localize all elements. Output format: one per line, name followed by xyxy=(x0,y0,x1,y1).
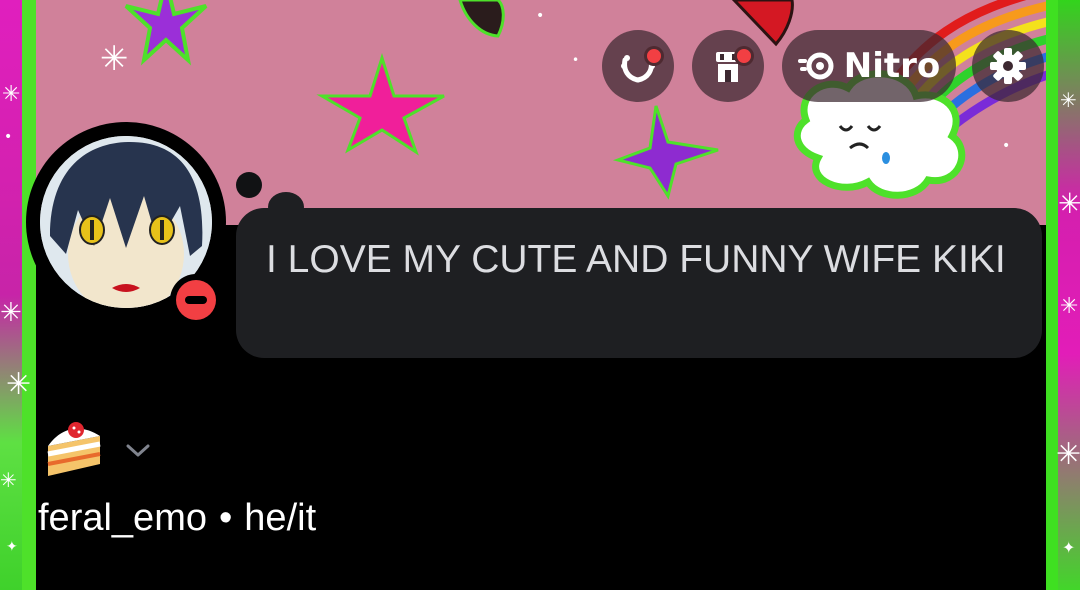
notification-dot xyxy=(734,46,754,66)
svg-text:✳: ✳ xyxy=(100,39,129,79)
settings-button[interactable] xyxy=(972,30,1044,102)
custom-status-bubble[interactable]: I LOVE MY CUTE AND FUNNY WIFE KIKI xyxy=(236,208,1042,358)
svg-text:•: • xyxy=(536,8,544,24)
chevron-down-icon[interactable] xyxy=(124,440,152,464)
thought-bubble-dot xyxy=(236,172,262,198)
username[interactable]: feral_emo xyxy=(38,497,207,539)
cake-slice-icon xyxy=(42,416,106,482)
notification-dot xyxy=(644,46,664,66)
wreath-button[interactable] xyxy=(602,30,674,102)
username-line: feral_emo • he/it xyxy=(38,494,316,542)
separator: • xyxy=(218,497,233,539)
svg-text:•: • xyxy=(572,53,579,67)
pronouns: he/it xyxy=(244,497,317,539)
profile-effect-frame-left: ✳ • ✳ ✳ ✳ ✦ xyxy=(0,0,36,590)
nitro-button[interactable]: Nitro xyxy=(782,30,956,102)
profile-effect-frame-right: ✳ ✳ ✳ ✳ ✦ xyxy=(1046,0,1080,590)
nitro-label: Nitro xyxy=(843,46,941,86)
nitro-icon xyxy=(797,52,834,80)
dnd-status-icon xyxy=(176,280,216,320)
shop-button[interactable] xyxy=(692,30,764,102)
svg-text:•: • xyxy=(1002,138,1010,154)
custom-status-text: I LOVE MY CUTE AND FUNNY WIFE KIKI xyxy=(266,238,1006,281)
gear-icon xyxy=(990,48,1026,84)
